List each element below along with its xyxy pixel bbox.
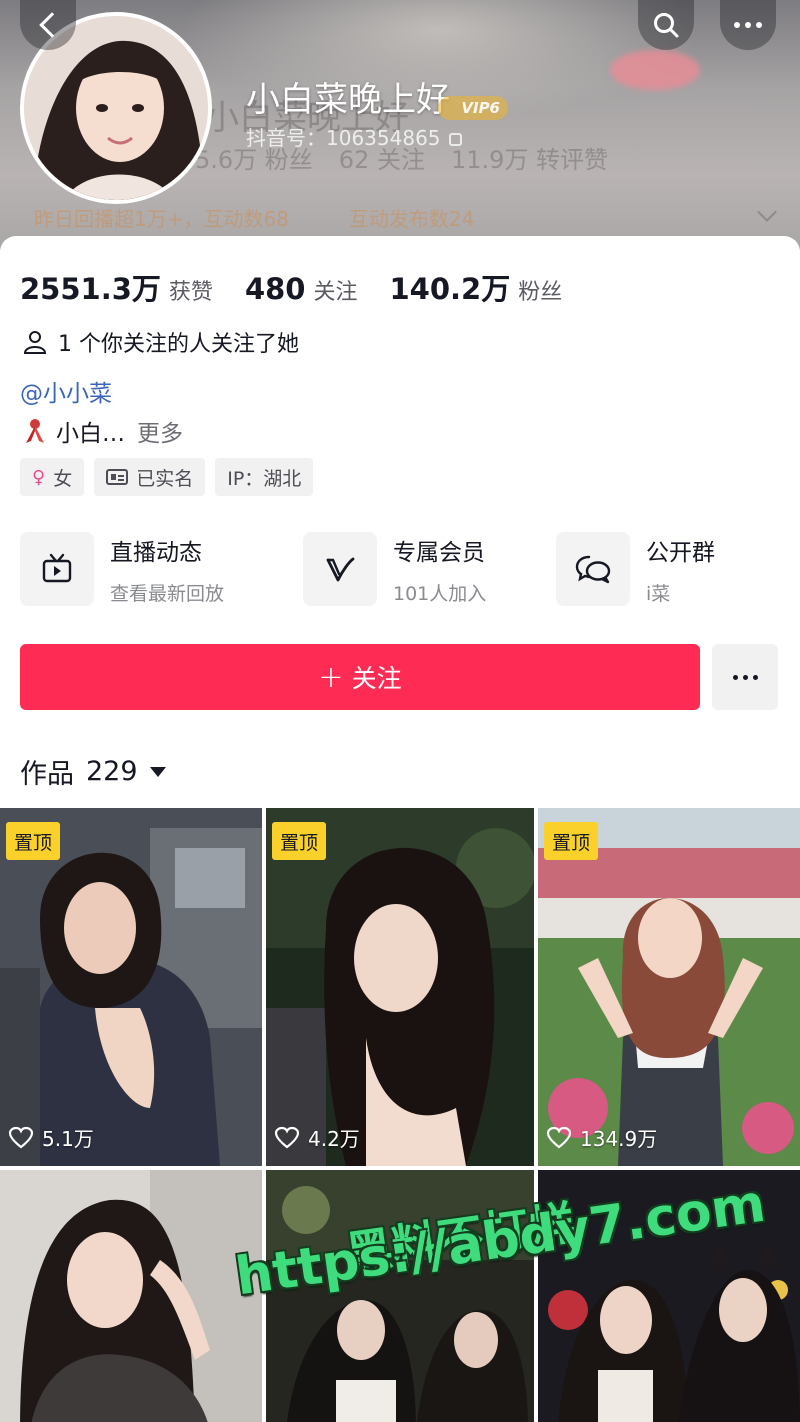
heart-icon	[546, 1126, 572, 1148]
header-decoration	[610, 50, 700, 90]
person-icon	[23, 331, 47, 354]
feature-title: 专属会员	[393, 539, 485, 566]
stat-followers[interactable]: 140.2万 粉丝	[390, 266, 563, 308]
account-id-text: 抖音号：106354865	[246, 126, 441, 150]
stat-label: 粉丝	[518, 280, 563, 305]
works-label: 作品	[20, 759, 74, 790]
profile-header: 小白菜晚上好 5.6万 粉丝 62 关注 11.9万 转评赞 昨日回播超1万+，互动…	[0, 0, 800, 250]
tag-gender-label: 女	[53, 467, 73, 490]
video-thumbnail[interactable]: 置顶 134.9万	[538, 808, 800, 1166]
follow-button-label: 关注	[351, 664, 402, 693]
mutual-follow-text: 1 个你关注的人关注了她	[58, 332, 299, 357]
display-name: 小白菜晚上好	[246, 80, 450, 120]
video-likes-count: 5.1万	[42, 1127, 94, 1151]
bio-text: 小白…	[56, 421, 125, 447]
vip-badge: VIP6	[438, 96, 508, 120]
feature-membership[interactable]: 专属会员 101人加入	[303, 532, 486, 606]
pinned-badge: 置顶	[272, 822, 327, 860]
account-id: 抖音号：106354865	[246, 122, 462, 151]
feature-title: 公开群	[646, 539, 715, 566]
tag-ip: IP：湖北	[215, 458, 314, 496]
feature-group[interactable]: 公开群 i菜	[556, 532, 715, 606]
stat-label: 关注	[313, 280, 358, 305]
video-likes: 5.1万	[8, 1123, 94, 1152]
tag-ip-label: IP：湖北	[227, 467, 302, 490]
works-count: 229	[86, 756, 138, 787]
bio: 小白… 更多	[22, 414, 183, 448]
plus-icon: +	[318, 659, 344, 695]
heart-icon	[8, 1126, 34, 1148]
tag-gender: ♀ 女	[20, 458, 85, 496]
stat-following[interactable]: 480 关注	[245, 272, 358, 306]
video-thumbnail[interactable]: 置顶 5.1万	[0, 808, 262, 1166]
ghost-stat: 11.9万 转评赞	[450, 146, 609, 174]
thumbnail-image	[266, 808, 534, 1166]
feature-subtitle: i菜	[646, 582, 671, 605]
video-thumbnail[interactable]	[0, 1170, 262, 1422]
more-icon	[734, 22, 762, 28]
stat-label: 获赞	[168, 280, 213, 305]
back-icon	[39, 12, 65, 38]
more-options-button[interactable]	[720, 0, 776, 50]
id-card-icon	[106, 469, 129, 485]
ghost-activity: 互动发布数24	[348, 207, 475, 231]
mention-link[interactable]: @小小菜	[20, 374, 112, 408]
thumbnail-image	[538, 808, 800, 1166]
video-likes-count: 4.2万	[308, 1127, 360, 1151]
video-likes-count: 134.9万	[580, 1127, 658, 1151]
search-icon	[654, 13, 679, 38]
copy-icon[interactable]	[448, 133, 462, 146]
chevron-down-icon	[757, 202, 777, 222]
stat-value: 2551.3万	[20, 272, 161, 306]
feature-live[interactable]: 直播动态 查看最新回放	[20, 532, 224, 606]
more-actions-button[interactable]	[712, 644, 778, 710]
stat-value: 480	[244, 272, 306, 306]
feature-subtitle: 101人加入	[393, 582, 487, 605]
tag-verified: 已实名	[94, 458, 206, 496]
follow-button[interactable]: + 关注	[20, 644, 700, 710]
video-thumbnail[interactable]: 置顶 4.2万	[266, 808, 534, 1166]
stat-value: 140.2万	[389, 272, 511, 306]
female-icon: ♀	[32, 466, 46, 488]
more-icon	[732, 674, 758, 680]
ribbon-icon	[26, 419, 44, 443]
video-likes: 134.9万	[546, 1123, 657, 1152]
ghost-activity: 昨日回播超1万+，互动数68	[34, 207, 289, 231]
pinned-badge: 置顶	[544, 822, 599, 860]
heart-icon	[274, 1126, 300, 1148]
video-likes: 4.2万	[274, 1123, 360, 1152]
thumbnail-image	[0, 1170, 262, 1422]
stats-row: 2551.3万 获赞 480 关注 140.2万 粉丝	[20, 266, 594, 308]
pinned-badge: 置顶	[6, 822, 61, 860]
stat-likes: 2551.3万 获赞	[20, 266, 213, 308]
v-icon	[303, 532, 377, 606]
chat-icon	[556, 532, 630, 606]
works-tab[interactable]: 作品 229	[20, 752, 166, 791]
feature-subtitle: 查看最新回放	[110, 582, 225, 605]
feature-title: 直播动态	[110, 539, 202, 566]
tags-row: ♀ 女 已实名 IP：湖北	[20, 458, 314, 496]
tv-icon	[20, 532, 94, 606]
ghost-activity-row: 昨日回播超1万+，互动数68 互动发布数24	[34, 203, 534, 232]
features-row: 直播动态 查看最新回放 专属会员 101人加入 公开群 i菜	[0, 532, 800, 612]
mutual-follow-row[interactable]: 1 个你关注的人关注了她	[22, 326, 299, 358]
dropdown-caret-icon	[149, 766, 166, 777]
thumbnail-image	[0, 808, 262, 1166]
tag-verified-label: 已实名	[136, 467, 194, 490]
bio-more-link[interactable]: 更多	[137, 414, 183, 448]
